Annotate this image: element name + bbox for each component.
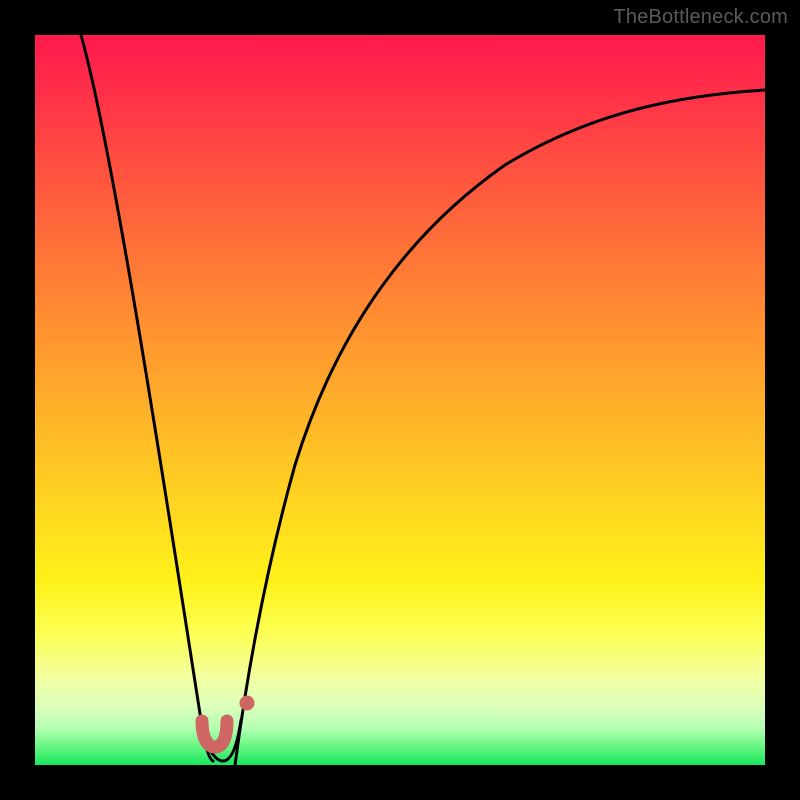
- curve-left: [81, 35, 213, 761]
- curve-right: [235, 90, 765, 765]
- marker-u-shape: [202, 721, 227, 747]
- chart-frame: TheBottleneck.com: [0, 0, 800, 800]
- credit-label: TheBottleneck.com: [613, 6, 788, 29]
- plot-area: [35, 35, 765, 765]
- marker-dot: [240, 696, 255, 711]
- curves-svg: [35, 35, 765, 765]
